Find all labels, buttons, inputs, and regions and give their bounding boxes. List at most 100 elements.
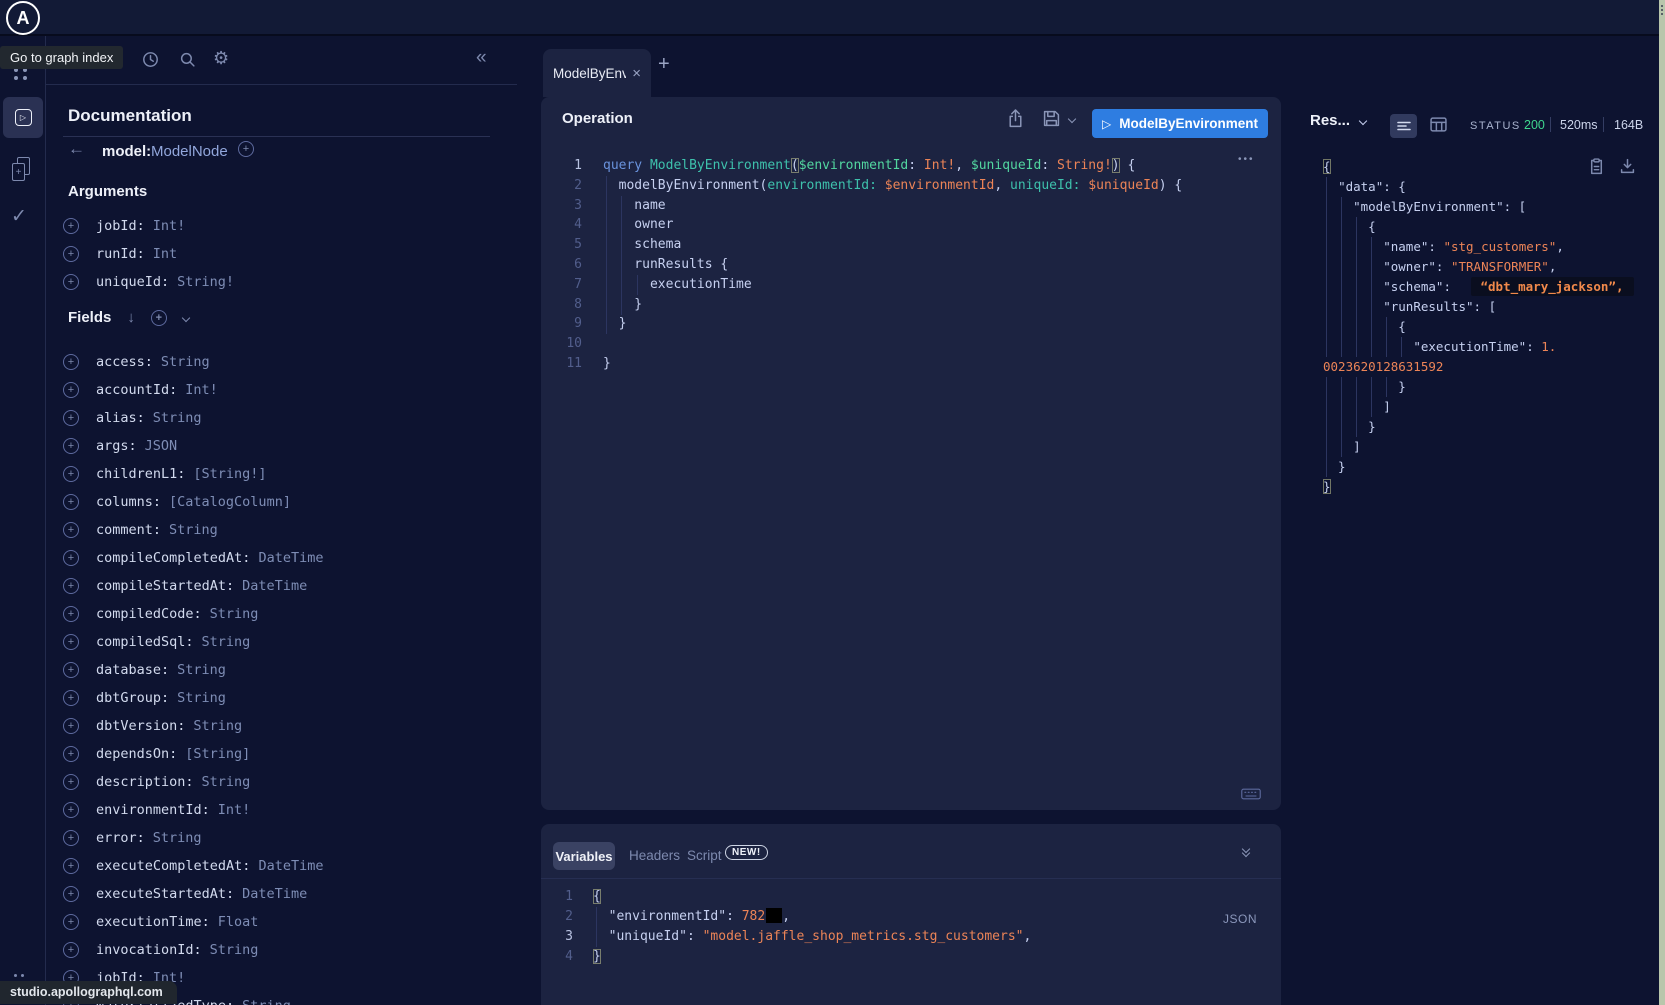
code-line[interactable]: 3 name: [541, 196, 1182, 216]
sidebar-item-checks[interactable]: ✓: [11, 205, 27, 228]
add-field-icon[interactable]: +: [63, 606, 79, 622]
add-field-icon[interactable]: +: [63, 942, 79, 958]
field-row[interactable]: +dbtGroup:String: [63, 684, 503, 712]
add-field-icon[interactable]: +: [63, 410, 79, 426]
code-line[interactable]: ]: [1323, 397, 1634, 417]
response-menu-chevron-icon[interactable]: [1359, 117, 1367, 125]
chevron-down-icon[interactable]: [182, 313, 190, 321]
code-line[interactable]: 11}: [541, 354, 1182, 374]
field-row[interactable]: +compileStartedAt:DateTime: [63, 572, 503, 600]
argument-row[interactable]: +runId:Int: [63, 240, 493, 268]
add-field-icon[interactable]: +: [63, 218, 79, 234]
code-line[interactable]: "data": {: [1323, 177, 1634, 197]
field-row[interactable]: +compiledSql:String: [63, 628, 503, 656]
tab-variables[interactable]: Variables: [553, 842, 615, 870]
add-field-icon[interactable]: +: [63, 246, 79, 262]
add-field-icon[interactable]: +: [63, 858, 79, 874]
code-line[interactable]: 9 }: [541, 314, 1182, 334]
field-row[interactable]: +accountId:Int!: [63, 376, 503, 404]
view-table-toggle[interactable]: [1430, 117, 1447, 132]
add-field-icon[interactable]: +: [63, 886, 79, 902]
code-line[interactable]: 4}: [541, 947, 1031, 967]
code-line[interactable]: 10: [541, 334, 1182, 354]
code-line[interactable]: 2 "environmentId": 782,: [541, 907, 1031, 927]
field-row[interactable]: +executeStartedAt:DateTime: [63, 880, 503, 908]
collapse-sidebar-icon[interactable]: «: [476, 47, 487, 69]
sort-descending-icon[interactable]: ↓: [127, 309, 135, 326]
new-tab-icon[interactable]: +: [658, 53, 670, 76]
code-line[interactable]: "schema": “dbt_mary_jackson”,: [1323, 277, 1634, 297]
add-field-icon[interactable]: +: [63, 522, 79, 538]
add-field-icon[interactable]: +: [63, 634, 79, 650]
code-line[interactable]: "modelByEnvironment": [: [1323, 197, 1634, 217]
keyboard-shortcuts-icon[interactable]: [1241, 788, 1261, 800]
field-row[interactable]: +alias:String: [63, 404, 503, 432]
add-field-icon[interactable]: +: [63, 914, 79, 930]
code-line[interactable]: {: [1323, 217, 1634, 237]
add-field-icon[interactable]: +: [63, 494, 79, 510]
tab-headers[interactable]: Headers: [629, 848, 680, 863]
sidebar-item-explorer[interactable]: ▷: [3, 97, 43, 138]
save-menu-chevron-icon[interactable]: [1068, 115, 1076, 123]
field-row[interactable]: +args:JSON: [63, 432, 503, 460]
field-row[interactable]: +executeCompletedAt:DateTime: [63, 852, 503, 880]
add-field-icon[interactable]: +: [63, 662, 79, 678]
argument-row[interactable]: +uniqueId:String!: [63, 268, 493, 296]
code-line[interactable]: {: [1323, 317, 1634, 337]
history-icon[interactable]: [142, 51, 159, 68]
field-row[interactable]: +environmentId:Int!: [63, 796, 503, 824]
field-row[interactable]: +access:String: [63, 348, 503, 376]
run-operation-button[interactable]: ▷ ModelByEnvironment: [1092, 109, 1268, 138]
rail-more-icon[interactable]: [14, 974, 24, 977]
field-row[interactable]: +childrenL1:[String!]: [63, 460, 503, 488]
field-row[interactable]: +dependsOn:[String]: [63, 740, 503, 768]
page-scrollbar[interactable]: [1659, 0, 1665, 1005]
code-line[interactable]: 8 }: [541, 295, 1182, 315]
search-icon[interactable]: [179, 51, 196, 68]
code-line[interactable]: ]: [1323, 437, 1634, 457]
code-line[interactable]: 1query ModelByEnvironment($environmentId…: [541, 156, 1182, 176]
breadcrumb-type-link[interactable]: ModelNode: [151, 143, 228, 160]
code-line[interactable]: "runResults": [: [1323, 297, 1634, 317]
add-field-icon[interactable]: +: [63, 466, 79, 482]
code-line[interactable]: "owner": "TRANSFORMER",: [1323, 257, 1634, 277]
operation-menu-icon[interactable]: •••: [1238, 154, 1255, 165]
code-line[interactable]: }: [1323, 417, 1634, 437]
code-line[interactable]: }: [1323, 457, 1634, 477]
field-row[interactable]: +description:String: [63, 768, 503, 796]
add-all-fields-icon[interactable]: +: [151, 310, 167, 326]
add-field-icon[interactable]: +: [63, 274, 79, 290]
operation-tab[interactable]: ModelByEnvi... ×: [543, 49, 651, 97]
field-row[interactable]: +comment:String: [63, 516, 503, 544]
field-row[interactable]: +invocationId:String: [63, 936, 503, 964]
graph-index-icon[interactable]: [14, 68, 28, 80]
argument-row[interactable]: +jobId:Int!: [63, 212, 493, 240]
code-line[interactable]: "name": "stg_customers",: [1323, 237, 1634, 257]
collapse-panel-icon[interactable]: [1243, 846, 1249, 854]
save-icon[interactable]: [1043, 110, 1060, 127]
code-line[interactable]: }: [1323, 477, 1634, 497]
settings-gear-icon[interactable]: ⚙: [213, 48, 229, 69]
field-row[interactable]: +executionTime:Float: [63, 908, 503, 936]
apollo-logo[interactable]: A: [6, 1, 40, 35]
field-row[interactable]: +database:String: [63, 656, 503, 684]
add-field-icon[interactable]: +: [63, 830, 79, 846]
code-line[interactable]: }: [1323, 377, 1634, 397]
variables-editor[interactable]: 1{2 "environmentId": 782,3 "uniqueId": "…: [541, 887, 1031, 967]
code-line[interactable]: 4 owner: [541, 215, 1182, 235]
add-field-icon[interactable]: +: [63, 382, 79, 398]
add-field-icon[interactable]: +: [63, 802, 79, 818]
response-body[interactable]: { "data": { "modelByEnvironment": [ { "n…: [1323, 157, 1634, 497]
add-field-icon[interactable]: +: [63, 690, 79, 706]
add-field-icon[interactable]: +: [63, 438, 79, 454]
add-field-icon[interactable]: +: [238, 141, 254, 157]
field-row[interactable]: +dbtVersion:String: [63, 712, 503, 740]
field-row[interactable]: +compiledCode:String: [63, 600, 503, 628]
add-field-icon[interactable]: +: [63, 354, 79, 370]
add-field-icon[interactable]: +: [63, 746, 79, 762]
view-raw-toggle[interactable]: [1390, 114, 1417, 138]
tab-script[interactable]: Script: [687, 848, 722, 863]
field-row[interactable]: +columns:[CatalogColumn]: [63, 488, 503, 516]
code-line[interactable]: "executionTime": 1.: [1323, 337, 1634, 357]
add-field-icon[interactable]: +: [63, 550, 79, 566]
